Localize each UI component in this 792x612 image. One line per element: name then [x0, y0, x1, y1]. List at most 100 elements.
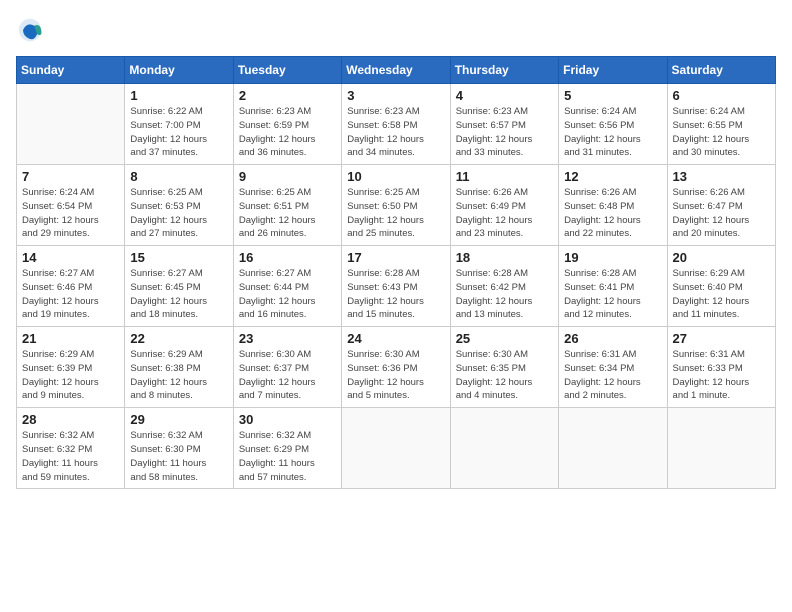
- day-info: Sunrise: 6:29 AM Sunset: 6:39 PM Dayligh…: [22, 348, 119, 403]
- day-number: 26: [564, 331, 661, 346]
- day-info: Sunrise: 6:32 AM Sunset: 6:30 PM Dayligh…: [130, 429, 227, 484]
- calendar-cell: 21 Sunrise: 6:29 AM Sunset: 6:39 PM Dayli…: [17, 327, 125, 408]
- calendar-cell: [559, 408, 667, 489]
- day-number: 19: [564, 250, 661, 265]
- calendar-cell: 16 Sunrise: 6:27 AM Sunset: 6:44 PM Dayli…: [233, 246, 341, 327]
- day-info: Sunrise: 6:26 AM Sunset: 6:49 PM Dayligh…: [456, 186, 553, 241]
- calendar-cell: [342, 408, 450, 489]
- day-number: 22: [130, 331, 227, 346]
- calendar-week-1: 1Sunrise: 6:22 AM Sunset: 7:00 PM Daylig…: [17, 84, 776, 165]
- day-number: 10: [347, 169, 444, 184]
- calendar-cell: 19 Sunrise: 6:28 AM Sunset: 6:41 PM Dayli…: [559, 246, 667, 327]
- day-number: 7: [22, 169, 119, 184]
- calendar-week-4: 21 Sunrise: 6:29 AM Sunset: 6:39 PM Dayli…: [17, 327, 776, 408]
- calendar-cell: 24 Sunrise: 6:30 AM Sunset: 6:36 PM Dayli…: [342, 327, 450, 408]
- day-number: 27: [673, 331, 770, 346]
- day-number: 14: [22, 250, 119, 265]
- day-info: Sunrise: 6:30 AM Sunset: 6:36 PM Dayligh…: [347, 348, 444, 403]
- calendar-week-3: 14 Sunrise: 6:27 AM Sunset: 6:46 PM Dayli…: [17, 246, 776, 327]
- day-number: 21: [22, 331, 119, 346]
- day-info: Sunrise: 6:28 AM Sunset: 6:41 PM Dayligh…: [564, 267, 661, 322]
- day-info: Sunrise: 6:30 AM Sunset: 6:37 PM Dayligh…: [239, 348, 336, 403]
- column-header-friday: Friday: [559, 57, 667, 84]
- day-info: Sunrise: 6:24 AM Sunset: 6:54 PM Dayligh…: [22, 186, 119, 241]
- day-info: Sunrise: 6:27 AM Sunset: 6:44 PM Dayligh…: [239, 267, 336, 322]
- column-header-monday: Monday: [125, 57, 233, 84]
- day-number: 18: [456, 250, 553, 265]
- calendar-cell: 27 Sunrise: 6:31 AM Sunset: 6:33 PM Dayli…: [667, 327, 775, 408]
- day-info: Sunrise: 6:32 AM Sunset: 6:29 PM Dayligh…: [239, 429, 336, 484]
- day-info: Sunrise: 6:27 AM Sunset: 6:45 PM Dayligh…: [130, 267, 227, 322]
- calendar-cell: 1Sunrise: 6:22 AM Sunset: 7:00 PM Daylig…: [125, 84, 233, 165]
- day-info: Sunrise: 6:24 AM Sunset: 6:56 PM Dayligh…: [564, 105, 661, 160]
- calendar-body: 1Sunrise: 6:22 AM Sunset: 7:00 PM Daylig…: [17, 84, 776, 489]
- day-info: Sunrise: 6:24 AM Sunset: 6:55 PM Dayligh…: [673, 105, 770, 160]
- calendar-cell: 17Sunrise: 6:28 AM Sunset: 6:43 PM Dayli…: [342, 246, 450, 327]
- calendar-cell: 29 Sunrise: 6:32 AM Sunset: 6:30 PM Dayli…: [125, 408, 233, 489]
- day-info: Sunrise: 6:32 AM Sunset: 6:32 PM Dayligh…: [22, 429, 119, 484]
- column-header-wednesday: Wednesday: [342, 57, 450, 84]
- day-info: Sunrise: 6:30 AM Sunset: 6:35 PM Dayligh…: [456, 348, 553, 403]
- calendar-cell: 10 Sunrise: 6:25 AM Sunset: 6:50 PM Dayli…: [342, 165, 450, 246]
- day-number: 25: [456, 331, 553, 346]
- day-number: 3: [347, 88, 444, 103]
- calendar-table: SundayMondayTuesdayWednesdayThursdayFrid…: [16, 56, 776, 489]
- page-header: [16, 16, 776, 44]
- calendar-week-2: 7 Sunrise: 6:24 AM Sunset: 6:54 PM Daylig…: [17, 165, 776, 246]
- day-info: Sunrise: 6:26 AM Sunset: 6:48 PM Dayligh…: [564, 186, 661, 241]
- column-header-saturday: Saturday: [667, 57, 775, 84]
- calendar-cell: 6 Sunrise: 6:24 AM Sunset: 6:55 PM Daylig…: [667, 84, 775, 165]
- calendar-cell: 14 Sunrise: 6:27 AM Sunset: 6:46 PM Dayli…: [17, 246, 125, 327]
- calendar-cell: 22Sunrise: 6:29 AM Sunset: 6:38 PM Dayli…: [125, 327, 233, 408]
- day-info: Sunrise: 6:23 AM Sunset: 6:57 PM Dayligh…: [456, 105, 553, 160]
- column-header-tuesday: Tuesday: [233, 57, 341, 84]
- day-number: 5: [564, 88, 661, 103]
- day-number: 16: [239, 250, 336, 265]
- day-info: Sunrise: 6:31 AM Sunset: 6:34 PM Dayligh…: [564, 348, 661, 403]
- calendar-cell: [667, 408, 775, 489]
- day-info: Sunrise: 6:23 AM Sunset: 6:58 PM Dayligh…: [347, 105, 444, 160]
- day-number: 13: [673, 169, 770, 184]
- calendar-cell: 15 Sunrise: 6:27 AM Sunset: 6:45 PM Dayli…: [125, 246, 233, 327]
- day-info: Sunrise: 6:31 AM Sunset: 6:33 PM Dayligh…: [673, 348, 770, 403]
- day-number: 30: [239, 412, 336, 427]
- calendar-cell: 30 Sunrise: 6:32 AM Sunset: 6:29 PM Dayli…: [233, 408, 341, 489]
- calendar-cell: 9 Sunrise: 6:25 AM Sunset: 6:51 PM Daylig…: [233, 165, 341, 246]
- calendar-cell: 13 Sunrise: 6:26 AM Sunset: 6:47 PM Dayli…: [667, 165, 775, 246]
- day-info: Sunrise: 6:23 AM Sunset: 6:59 PM Dayligh…: [239, 105, 336, 160]
- day-info: Sunrise: 6:29 AM Sunset: 6:40 PM Dayligh…: [673, 267, 770, 322]
- calendar-cell: 5 Sunrise: 6:24 AM Sunset: 6:56 PM Daylig…: [559, 84, 667, 165]
- day-info: Sunrise: 6:26 AM Sunset: 6:47 PM Dayligh…: [673, 186, 770, 241]
- logo-icon: [16, 16, 44, 44]
- calendar-cell: 7 Sunrise: 6:24 AM Sunset: 6:54 PM Daylig…: [17, 165, 125, 246]
- calendar-cell: 3 Sunrise: 6:23 AM Sunset: 6:58 PM Daylig…: [342, 84, 450, 165]
- day-number: 20: [673, 250, 770, 265]
- day-number: 29: [130, 412, 227, 427]
- day-info: Sunrise: 6:25 AM Sunset: 6:50 PM Dayligh…: [347, 186, 444, 241]
- day-number: 15: [130, 250, 227, 265]
- day-info: Sunrise: 6:27 AM Sunset: 6:46 PM Dayligh…: [22, 267, 119, 322]
- day-number: 28: [22, 412, 119, 427]
- calendar-cell: 11 Sunrise: 6:26 AM Sunset: 6:49 PM Dayli…: [450, 165, 558, 246]
- calendar-cell: 23Sunrise: 6:30 AM Sunset: 6:37 PM Dayli…: [233, 327, 341, 408]
- day-number: 6: [673, 88, 770, 103]
- calendar-cell: 18Sunrise: 6:28 AM Sunset: 6:42 PM Dayli…: [450, 246, 558, 327]
- day-number: 11: [456, 169, 553, 184]
- column-header-thursday: Thursday: [450, 57, 558, 84]
- logo: [16, 16, 46, 44]
- calendar-cell: 25 Sunrise: 6:30 AM Sunset: 6:35 PM Dayli…: [450, 327, 558, 408]
- header-row: SundayMondayTuesdayWednesdayThursdayFrid…: [17, 57, 776, 84]
- day-number: 1: [130, 88, 227, 103]
- calendar-week-5: 28 Sunrise: 6:32 AM Sunset: 6:32 PM Dayli…: [17, 408, 776, 489]
- calendar-cell: 20 Sunrise: 6:29 AM Sunset: 6:40 PM Dayli…: [667, 246, 775, 327]
- calendar-cell: 2 Sunrise: 6:23 AM Sunset: 6:59 PM Daylig…: [233, 84, 341, 165]
- day-info: Sunrise: 6:25 AM Sunset: 6:51 PM Dayligh…: [239, 186, 336, 241]
- day-number: 2: [239, 88, 336, 103]
- day-number: 24: [347, 331, 444, 346]
- calendar-cell: [17, 84, 125, 165]
- calendar-header: SundayMondayTuesdayWednesdayThursdayFrid…: [17, 57, 776, 84]
- calendar-cell: 26 Sunrise: 6:31 AM Sunset: 6:34 PM Dayli…: [559, 327, 667, 408]
- column-header-sunday: Sunday: [17, 57, 125, 84]
- calendar-cell: [450, 408, 558, 489]
- day-number: 9: [239, 169, 336, 184]
